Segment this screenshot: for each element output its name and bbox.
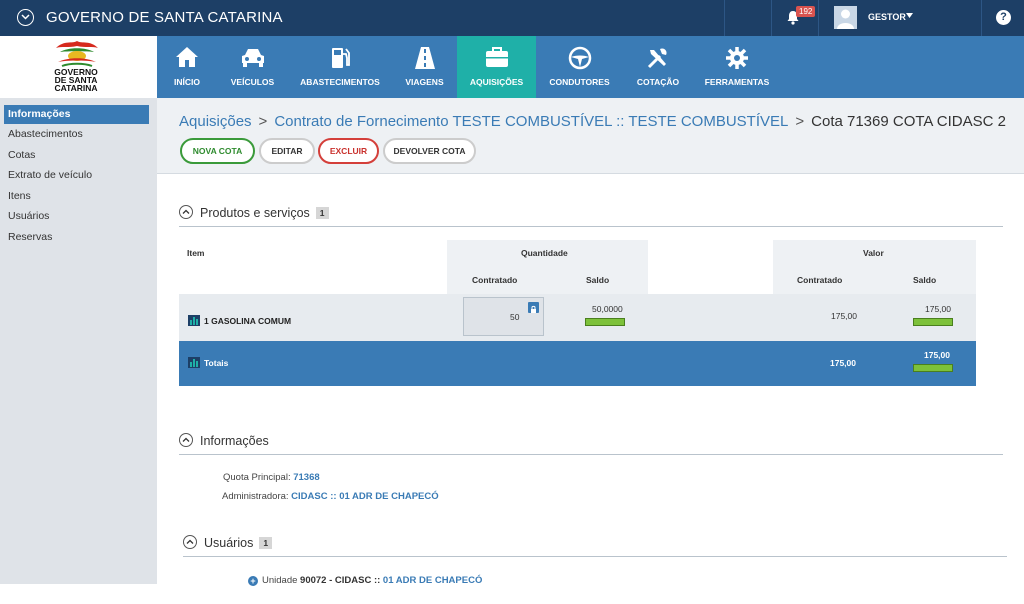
delete-button[interactable]: EXCLUIR	[318, 138, 379, 164]
road-icon	[414, 47, 435, 69]
collapse-icon[interactable]	[183, 535, 197, 549]
caret-down-icon[interactable]	[906, 13, 913, 18]
tools-icon	[647, 48, 667, 69]
nav-abastecimentos[interactable]: ABASTECIMENTOS	[288, 36, 392, 98]
divider	[724, 0, 725, 36]
users-count: 1	[259, 537, 273, 549]
content-header: Aquisições > Contrato de Fornecimento TEST…	[157, 98, 1024, 174]
val-balance-value: 175,00	[925, 304, 951, 314]
divider	[981, 0, 982, 36]
sidebar-item-abastecimentos[interactable]: Abastecimentos	[4, 125, 149, 144]
edit-button[interactable]: EDITAR	[259, 138, 315, 164]
divider	[818, 0, 819, 36]
administrator: Administradora: CIDASC :: 01 ADR DE CHAP…	[222, 491, 439, 502]
divider	[183, 556, 1007, 557]
car-icon	[241, 49, 264, 67]
administrator-link[interactable]: CIDASC :: 01 ADR DE CHAPECÓ	[291, 491, 438, 502]
sidebar-item-extrato-de-veiculo[interactable]: Extrato de veículo	[4, 166, 149, 185]
breadcrumb-aquisicoes[interactable]: Aquisições	[179, 113, 252, 130]
gear-icon	[726, 47, 748, 69]
sidebar-item-cotas[interactable]: Cotas	[4, 146, 149, 165]
government-logo[interactable]: GOVERNO DE SANTA CATARINA	[0, 36, 157, 98]
sidebar-item-reservas[interactable]: Reservas	[4, 228, 149, 247]
nav-condutores[interactable]: CONDUTORES	[536, 36, 623, 98]
sidebar-item-usuarios[interactable]: Usuários	[4, 207, 149, 226]
breadcrumb-contract[interactable]: Contrato de Fornecimento TESTE COMBUSTÍV…	[274, 113, 788, 130]
col-header-qty-balance: Saldo	[586, 275, 610, 285]
info-section-title[interactable]: Informações	[179, 433, 269, 448]
sidebar-item-informacoes[interactable]: Informações	[4, 105, 149, 124]
nav-ferramentas[interactable]: FERRAMENTAS	[693, 36, 781, 98]
qty-balance-progress	[585, 318, 625, 326]
users-section-title[interactable]: Usuários 1	[183, 535, 273, 550]
breadcrumb: Aquisições > Contrato de Fornecimento TEST…	[179, 113, 1006, 130]
val-contracted-value: 175,00	[831, 311, 857, 321]
breadcrumb-current: Cota 71369 COTA CIDASC 2	[811, 113, 1006, 130]
col-header-value: Valor	[863, 248, 884, 258]
unit-link[interactable]: 01 ADR DE CHAPECÓ	[383, 575, 482, 586]
qty-contracted-field: 50	[463, 297, 544, 336]
sidebar: Informações Abastecimentos Cotas Extrato…	[0, 98, 157, 584]
top-bar: GOVERNO DE SANTA CATARINA 192 GESTOR ?	[0, 0, 1024, 36]
qty-balance-value: 50,0000	[592, 304, 623, 314]
divider	[179, 226, 1003, 227]
qty-contracted-value: 50	[510, 312, 520, 322]
products-count: 1	[315, 207, 329, 219]
fuel-pump-icon	[332, 48, 350, 68]
steering-wheel-icon	[568, 46, 591, 70]
briefcase-icon	[485, 47, 508, 67]
col-header-val-balance: Saldo	[913, 275, 937, 285]
principal-quota-link[interactable]: 71368	[293, 472, 319, 483]
unit-item: + Unidade 90072 - CIDASC :: 01 ADR DE CHA…	[248, 575, 482, 586]
collapse-icon[interactable]	[179, 433, 193, 447]
nav-cotacao[interactable]: COTAÇÃO	[623, 36, 693, 98]
nav-veiculos[interactable]: VEÍCULOS	[217, 36, 288, 98]
col-header-val-contracted: Contratado	[797, 275, 843, 285]
divider	[771, 0, 772, 36]
totals-label: Totais	[188, 357, 228, 368]
nav-aquisicoes[interactable]: AQUISIÇÕES	[457, 36, 536, 98]
totals-val-contracted: 175,00	[830, 358, 856, 368]
avatar[interactable]	[834, 6, 857, 29]
products-section-title[interactable]: Produtos e serviços 1	[179, 205, 329, 220]
item-name: 1 GASOLINA COMUM	[188, 315, 291, 326]
user-name[interactable]: GESTOR	[868, 12, 906, 22]
totals-balance-progress	[913, 364, 953, 372]
return-quota-button[interactable]: DEVOLVER COTA	[383, 138, 476, 164]
totals-row	[179, 341, 976, 386]
col-header-quantity: Quantidade	[521, 248, 568, 258]
col-header-item: Item	[187, 248, 205, 258]
notification-badge: 192	[796, 6, 816, 17]
help-icon[interactable]: ?	[996, 10, 1011, 25]
nav-inicio[interactable]: INÍCIO	[157, 36, 217, 98]
collapse-icon[interactable]	[179, 205, 193, 219]
logo-text: GOVERNO DE SANTA CATARINA	[54, 67, 98, 93]
expand-plus-icon[interactable]: +	[248, 576, 258, 586]
bar-chart-icon	[188, 357, 200, 368]
app-title: GOVERNO DE SANTA CATARINA	[46, 9, 283, 26]
new-quota-button[interactable]: NOVA COTA	[180, 138, 255, 164]
lock-icon	[528, 302, 539, 313]
nav-viagens[interactable]: VIAGENS	[392, 36, 457, 98]
totals-val-balance: 175,00	[924, 350, 950, 360]
principal-quota: Quota Principal: 71368	[223, 472, 320, 483]
col-header-qty-contracted: Contratado	[472, 275, 518, 285]
menu-toggle-icon[interactable]	[17, 9, 34, 26]
bar-chart-icon	[188, 315, 200, 326]
sidebar-item-itens[interactable]: Itens	[4, 187, 149, 206]
coat-of-arms-icon	[56, 41, 98, 67]
divider	[179, 454, 1003, 455]
main-nav: INÍCIO VEÍCULOS ABASTECIMENTOS VIAGENS A…	[157, 36, 1024, 98]
val-balance-progress	[913, 318, 953, 326]
home-icon	[176, 47, 198, 67]
